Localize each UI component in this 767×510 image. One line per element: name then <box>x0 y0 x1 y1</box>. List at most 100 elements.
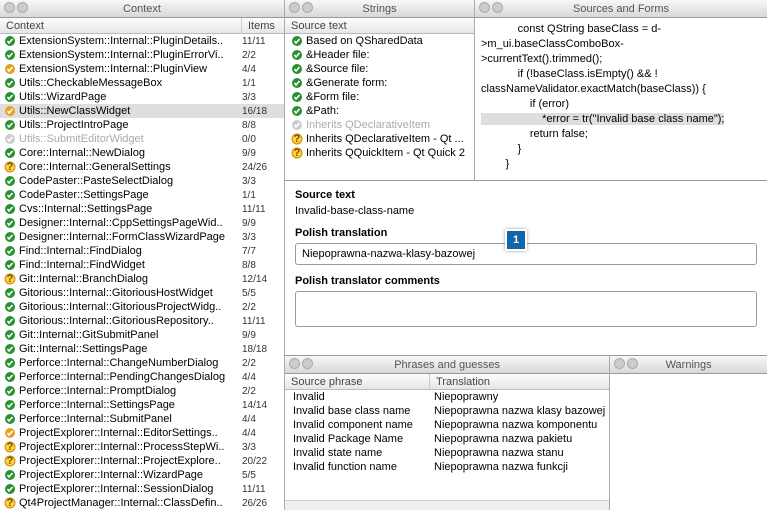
restore-icon[interactable] <box>627 358 638 369</box>
phrase-row[interactable]: Invalid state nameNiepoprawna nazwa stan… <box>285 446 609 460</box>
context-row[interactable]: Perforce::Internal::SettingsPage14/14 <box>0 398 284 412</box>
close-icon[interactable] <box>4 2 15 13</box>
context-row[interactable]: ?Git::Internal::BranchDialog12/14 <box>0 272 284 286</box>
string-row[interactable]: &Header file: <box>285 48 474 62</box>
context-row[interactable]: Core::Internal::NewDialog9/9 <box>0 146 284 160</box>
context-row[interactable]: ProjectExplorer::Internal::EditorSetting… <box>0 426 284 440</box>
context-row[interactable]: ?Core::Internal::GeneralSettings24/26 <box>0 160 284 174</box>
context-row[interactable]: Designer::Internal::FormClassWizardPage3… <box>0 230 284 244</box>
col-translation[interactable]: Translation <box>430 374 609 389</box>
context-text: Gitorious::Internal::GitoriousRepository… <box>19 315 242 327</box>
string-text: &Generate form: <box>306 77 470 89</box>
svg-text:?: ? <box>294 133 301 145</box>
context-text: Find::Internal::FindDialog <box>19 245 242 257</box>
context-row[interactable]: Perforce::Internal::PendingChangesDialog… <box>0 370 284 384</box>
context-row[interactable]: Utils::SubmitEditorWidget0/0 <box>0 132 284 146</box>
strings-list[interactable]: Based on QSharedData&Header file:&Source… <box>285 34 474 180</box>
phrase-row[interactable]: Invalid Package NameNiepoprawna nazwa pa… <box>285 432 609 446</box>
phrase-row[interactable]: InvalidNiepoprawny <box>285 390 609 404</box>
restore-icon[interactable] <box>492 2 503 13</box>
context-row[interactable]: Cvs::Internal::SettingsPage11/11 <box>0 202 284 216</box>
string-row[interactable]: &Path: <box>285 104 474 118</box>
strings-header: Source text <box>285 18 474 34</box>
context-row[interactable]: Gitorious::Internal::GitoriousHostWidget… <box>0 286 284 300</box>
phrase-row[interactable]: Invalid component nameNiepoprawna nazwa … <box>285 418 609 432</box>
context-count: 3/3 <box>242 176 280 187</box>
context-row[interactable]: Gitorious::Internal::GitoriousRepository… <box>0 314 284 328</box>
col-items[interactable]: Items <box>242 18 284 33</box>
context-row[interactable]: ?Qt4ProjectManager::Internal::ClassDefin… <box>0 496 284 510</box>
restore-icon[interactable] <box>17 2 28 13</box>
context-text: Designer::Internal::FormClassWizardPage <box>19 231 242 243</box>
context-text: ProjectExplorer::Internal::WizardPage <box>19 469 242 481</box>
context-row[interactable]: ?ProjectExplorer::Internal::ProcessStepW… <box>0 440 284 454</box>
check-icon <box>4 119 16 131</box>
phrase-row[interactable]: Invalid base class nameNiepoprawna nazwa… <box>285 404 609 418</box>
context-count: 9/9 <box>242 148 280 159</box>
warnings-list[interactable] <box>610 374 767 510</box>
col-source-text[interactable]: Source text <box>285 18 474 33</box>
string-row[interactable]: ? Inherits QDeclarativeItem - Qt ... <box>285 132 474 146</box>
close-icon[interactable] <box>614 358 625 369</box>
context-list[interactable]: ExtensionSystem::Internal::PluginDetails… <box>0 34 284 510</box>
phrases-header: Source phrase Translation <box>285 374 609 390</box>
check-icon <box>4 287 16 299</box>
context-count: 3/3 <box>242 92 280 103</box>
context-row[interactable]: Git::Internal::GitSubmitPanel9/9 <box>0 328 284 342</box>
context-text: Gitorious::Internal::GitoriousHostWidget <box>19 287 242 299</box>
code-area[interactable]: const QString baseClass = d- >m_ui.baseC… <box>475 18 767 180</box>
context-row[interactable]: CodePaster::SettingsPage1/1 <box>0 188 284 202</box>
context-count: 14/14 <box>242 400 280 411</box>
context-row[interactable]: ProjectExplorer::Internal::WizardPage5/5 <box>0 468 284 482</box>
context-row[interactable]: Perforce::Internal::SubmitPanel4/4 <box>0 412 284 426</box>
string-row[interactable]: ?Inherits QQuickItem - Qt Quick 2 <box>285 146 474 160</box>
context-row[interactable]: Utils::CheckableMessageBox1/1 <box>0 76 284 90</box>
string-row[interactable]: Based on QSharedData <box>285 34 474 48</box>
callout-marker: 1 <box>505 229 527 251</box>
context-row[interactable]: ExtensionSystem::Internal::PluginDetails… <box>0 34 284 48</box>
context-row[interactable]: Perforce::Internal::ChangeNumberDialog2/… <box>0 356 284 370</box>
string-row[interactable]: &Generate form: <box>285 76 474 90</box>
context-row[interactable]: Utils::ProjectIntroPage8/8 <box>0 118 284 132</box>
context-row[interactable]: Git::Internal::SettingsPage18/18 <box>0 342 284 356</box>
context-row[interactable]: Utils::NewClassWidget16/18 <box>0 104 284 118</box>
phrase-row[interactable]: Invalid function nameNiepoprawna nazwa f… <box>285 460 609 474</box>
phrases-list[interactable]: InvalidNiepoprawnyInvalid base class nam… <box>285 390 609 500</box>
context-row[interactable]: ?ProjectExplorer::Internal::ProjectExplo… <box>0 454 284 468</box>
restore-icon[interactable] <box>302 2 313 13</box>
context-row[interactable]: ExtensionSystem::Internal::PluginView4/4 <box>0 62 284 76</box>
close-icon[interactable] <box>479 2 490 13</box>
context-row[interactable]: Find::Internal::FindDialog7/7 <box>0 244 284 258</box>
context-row[interactable]: ExtensionSystem::Internal::PluginErrorVi… <box>0 48 284 62</box>
context-row[interactable]: Perforce::Internal::PromptDialog2/2 <box>0 384 284 398</box>
close-icon[interactable] <box>289 358 300 369</box>
string-row[interactable]: Inherits QDeclarativeItem <box>285 118 474 132</box>
close-icon[interactable] <box>289 2 300 13</box>
context-text: Perforce::Internal::SettingsPage <box>19 399 242 411</box>
form-area: Source text Invalid-base-class-name Poli… <box>285 180 767 355</box>
context-row[interactable]: Utils::WizardPage3/3 <box>0 90 284 104</box>
context-row[interactable]: CodePaster::PasteSelectDialog3/3 <box>0 174 284 188</box>
string-row[interactable]: &Form file: <box>285 90 474 104</box>
context-row[interactable]: Designer::Internal::CppSettingsPageWid..… <box>0 216 284 230</box>
restore-icon[interactable] <box>302 358 313 369</box>
comments-input[interactable] <box>295 291 757 327</box>
context-row[interactable]: Gitorious::Internal::GitoriousProjectWid… <box>0 300 284 314</box>
context-count: 24/26 <box>242 162 280 173</box>
context-count: 12/14 <box>242 274 280 285</box>
scrollbar[interactable] <box>285 500 609 510</box>
string-text: Inherits QDeclarativeItem <box>306 119 470 131</box>
context-text: CodePaster::SettingsPage <box>19 189 242 201</box>
context-text: Utils::NewClassWidget <box>19 105 242 117</box>
string-text: Inherits QDeclarativeItem - Qt ... <box>306 133 470 145</box>
context-count: 9/9 <box>242 330 280 341</box>
context-text: Gitorious::Internal::GitoriousProjectWid… <box>19 301 242 313</box>
phrase-source: Invalid base class name <box>289 405 434 417</box>
context-row[interactable]: ProjectExplorer::Internal::SessionDialog… <box>0 482 284 496</box>
col-context[interactable]: Context <box>0 18 242 33</box>
context-count: 3/3 <box>242 442 280 453</box>
col-source-phrase[interactable]: Source phrase <box>285 374 430 389</box>
question-icon: ? <box>4 455 16 467</box>
string-row[interactable]: &Source file: <box>285 62 474 76</box>
context-row[interactable]: Find::Internal::FindWidget8/8 <box>0 258 284 272</box>
